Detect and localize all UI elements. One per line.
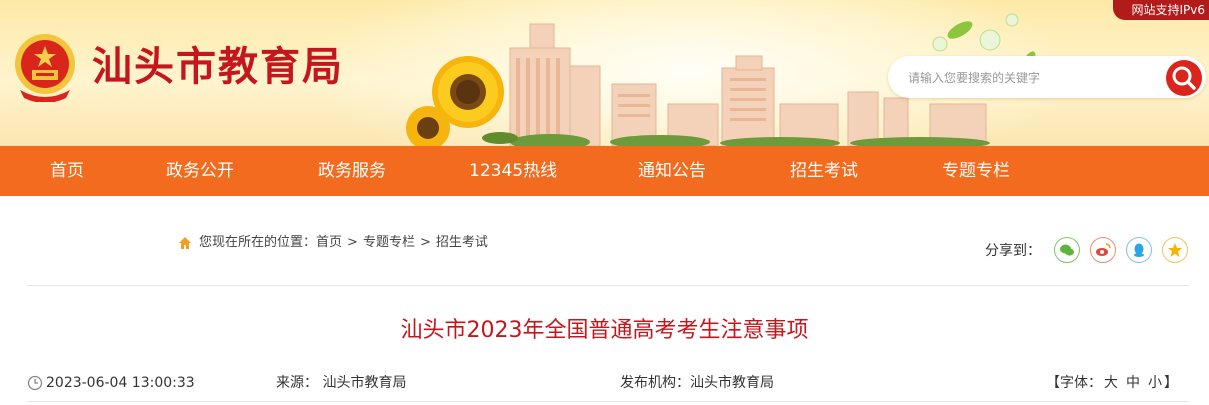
breadcrumb: 您现在所在的位置：首页 > 专题专栏 > 招生考试 [199, 234, 488, 252]
font-size-close: 】 [1164, 375, 1178, 391]
national-emblem-icon [15, 34, 75, 102]
breadcrumb-item-special[interactable]: 专题专栏 [363, 235, 415, 250]
qzone-icon [1168, 243, 1182, 257]
font-large-button[interactable]: 大 [1104, 375, 1118, 391]
nav-item-home[interactable]: 首页 [50, 146, 84, 196]
home-icon [179, 237, 191, 249]
search-button[interactable] [1166, 60, 1202, 96]
publisher-value: 汕头市教育局 [690, 375, 774, 391]
search-input[interactable] [906, 67, 1160, 89]
breadcrumb-separator: > [347, 235, 358, 250]
weibo-icon [1096, 243, 1111, 256]
share-qq-button[interactable] [1126, 237, 1152, 263]
share-wechat-button[interactable] [1054, 237, 1080, 263]
content-divider [27, 285, 1189, 286]
share-weibo-button[interactable] [1090, 237, 1116, 263]
wechat-icon [1060, 244, 1074, 256]
ipv6-badge[interactable]: 网站支持IPv6 [1113, 0, 1209, 20]
article-datetime: 2023-06-04 13:00:33 [46, 375, 195, 391]
publisher-label: 发布机构： [620, 375, 690, 391]
nav-item-admissions[interactable]: 招生考试 [790, 146, 858, 196]
breadcrumb-separator: > [419, 235, 431, 250]
nav-item-special-topics[interactable]: 专题专栏 [942, 146, 1010, 196]
share-label: 分享到： [985, 243, 1041, 259]
font-small-button[interactable]: 小 [1148, 375, 1162, 391]
breadcrumb-item-admissions[interactable]: 招生考试 [436, 235, 488, 250]
font-size-label: 【字体： [1046, 375, 1102, 391]
article-publisher: 发布机构：汕头市教育局 [620, 373, 774, 393]
search-box [888, 56, 1206, 98]
article-source: 来源： 汕头市教育局 [276, 373, 406, 393]
nav-item-notices[interactable]: 通知公告 [638, 146, 706, 196]
share-qzone-button[interactable] [1162, 237, 1188, 263]
clock-icon [27, 375, 43, 391]
source-value: 汕头市教育局 [322, 375, 407, 391]
article-title: 汕头市2023年全国普通高考考生注意事项 [400, 318, 809, 343]
nav-item-gov-affairs[interactable]: 政务公开 [166, 146, 234, 196]
main-nav: 首页 政务公开 政务服务 12345热线 通知公告 招生考试 专题专栏 [0, 146, 1209, 196]
breadcrumb-prefix: 您现在所在的位置： [199, 235, 317, 250]
qq-icon [1134, 243, 1144, 257]
search-icon [1172, 66, 1196, 90]
font-medium-button[interactable]: 中 [1126, 375, 1140, 391]
site-title[interactable]: 汕头市教育局 [92, 42, 344, 92]
source-label: 来源： [276, 375, 318, 391]
breadcrumb-item-home[interactable]: 首页 [316, 235, 342, 250]
nav-item-hotline[interactable]: 12345热线 [469, 146, 557, 196]
font-size-switcher: 【字体：大中小】 [1046, 373, 1178, 393]
meta-divider [27, 401, 1189, 402]
nav-item-gov-services[interactable]: 政务服务 [318, 146, 386, 196]
